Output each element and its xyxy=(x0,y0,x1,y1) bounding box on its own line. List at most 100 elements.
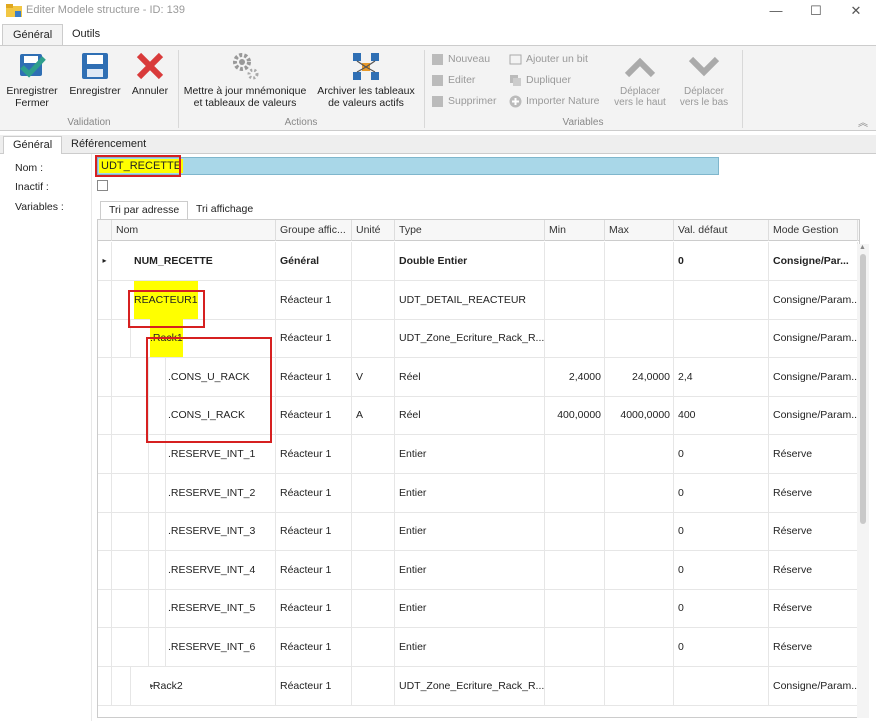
cell-mode[interactable]: Consigne/Param... xyxy=(769,357,858,396)
column-header-name[interactable]: Nom xyxy=(112,220,276,241)
cell-max[interactable] xyxy=(605,628,674,666)
cell-unit[interactable]: V xyxy=(352,357,395,396)
column-header-max[interactable]: Max xyxy=(605,220,674,241)
new-variable-button[interactable]: Nouveau xyxy=(431,51,490,67)
table-row[interactable]: .RESERVE_INT_3 Réacteur 1 Entier 0 Réserve xyxy=(98,512,858,552)
column-header-type[interactable]: Type xyxy=(395,220,545,241)
cell-name[interactable]: .RESERVE_INT_6 xyxy=(112,628,276,666)
cell-max[interactable] xyxy=(605,666,674,705)
cell-name[interactable]: NUM_RECETTE xyxy=(112,242,276,280)
maximize-button[interactable]: ☐ xyxy=(796,0,836,22)
column-header-min[interactable]: Min xyxy=(545,220,605,241)
table-row[interactable]: .RESERVE_INT_2 Réacteur 1 Entier 0 Réserve xyxy=(98,473,858,513)
cell-default[interactable]: 0 xyxy=(674,628,769,666)
cell-min[interactable] xyxy=(545,512,605,551)
cell-min[interactable] xyxy=(545,550,605,589)
cell-type[interactable]: Entier xyxy=(395,589,545,628)
column-header-unit[interactable]: Unité xyxy=(352,220,395,241)
cell-default[interactable]: 0 xyxy=(674,473,769,512)
close-button[interactable]: ✕ xyxy=(836,0,876,22)
cell-unit[interactable] xyxy=(352,435,395,473)
cell-mode[interactable]: Réserve xyxy=(769,473,858,512)
cell-group[interactable]: Général xyxy=(276,242,352,280)
cell-type[interactable]: UDT_DETAIL_REACTEUR xyxy=(395,280,545,319)
name-field[interactable]: UDT_RECETTE xyxy=(97,157,719,175)
cell-name[interactable]: .RESERVE_INT_5 xyxy=(112,589,276,628)
cell-unit[interactable] xyxy=(352,550,395,589)
cell-type[interactable]: Entier xyxy=(395,435,545,473)
table-row[interactable]: ▸ .Rack2 Réacteur 1 UDT_Zone_Ecriture_Rack_… xyxy=(98,666,858,706)
cell-type[interactable]: Réel xyxy=(395,396,545,435)
table-row[interactable]: .RESERVE_INT_6 Réacteur 1 Entier 0 Réserve xyxy=(98,628,858,667)
cell-group[interactable]: Réacteur 1 xyxy=(276,628,352,666)
add-bit-button[interactable]: Ajouter un bit xyxy=(509,51,588,67)
tab-sort-by-display[interactable]: Tri affichage xyxy=(188,201,261,219)
cell-type[interactable]: Entier xyxy=(395,550,545,589)
cell-min[interactable] xyxy=(545,666,605,705)
update-mnemonic-button[interactable]: Mettre à jour mnémonique et tableaux de … xyxy=(182,50,308,109)
archive-tables-button[interactable]: Archiver les tableaux de valeurs actifs xyxy=(312,50,420,109)
cell-group[interactable]: Réacteur 1 xyxy=(276,666,352,705)
cell-group[interactable]: Réacteur 1 xyxy=(276,319,352,358)
cell-max[interactable] xyxy=(605,242,674,280)
collapse-ribbon-icon[interactable]: ︽ xyxy=(858,114,868,129)
cell-group[interactable]: Réacteur 1 xyxy=(276,550,352,589)
cell-min[interactable]: 2,4000 xyxy=(545,357,605,396)
cell-name[interactable]: .RESERVE_INT_3 xyxy=(112,512,276,551)
cell-group[interactable]: Réacteur 1 xyxy=(276,396,352,435)
cell-min[interactable]: 400,0000 xyxy=(545,396,605,435)
cell-min[interactable] xyxy=(545,473,605,512)
cell-type[interactable]: Entier xyxy=(395,628,545,666)
cell-mode[interactable]: Réserve xyxy=(769,550,858,589)
cell-unit[interactable] xyxy=(352,242,395,280)
cell-type[interactable]: UDT_Zone_Ecriture_Rack_R... xyxy=(395,319,545,358)
cell-type[interactable]: Entier xyxy=(395,473,545,512)
column-header-group[interactable]: Groupe affic... xyxy=(276,220,352,241)
cell-unit[interactable] xyxy=(352,319,395,358)
cell-unit[interactable] xyxy=(352,666,395,705)
column-header-mode[interactable]: Mode Gestion xyxy=(769,220,858,241)
move-up-button[interactable]: Déplacer vers le haut xyxy=(609,54,671,108)
scroll-up-icon[interactable]: ▲ xyxy=(859,244,866,251)
cell-type[interactable]: Entier xyxy=(395,512,545,551)
save-close-button[interactable]: Enregistrer Fermer xyxy=(4,50,60,109)
cell-mode[interactable]: Consigne/Param... xyxy=(769,396,858,435)
cell-group[interactable]: Réacteur 1 xyxy=(276,473,352,512)
cell-group[interactable]: Réacteur 1 xyxy=(276,280,352,319)
table-row[interactable]: ▸ NUM_RECETTE Général Double Entier 0 Consign… xyxy=(98,242,858,281)
cell-group[interactable]: Réacteur 1 xyxy=(276,435,352,473)
cell-min[interactable] xyxy=(545,628,605,666)
cell-mode[interactable]: Réserve xyxy=(769,589,858,628)
cell-unit[interactable] xyxy=(352,473,395,512)
cell-group[interactable]: Réacteur 1 xyxy=(276,512,352,551)
table-row[interactable]: .RESERVE_INT_5 Réacteur 1 Entier 0 Réserve xyxy=(98,589,858,629)
cell-default[interactable]: 400 xyxy=(674,396,769,435)
cancel-button[interactable]: Annuler xyxy=(128,50,172,97)
inactive-checkbox[interactable] xyxy=(97,180,108,191)
cell-unit[interactable] xyxy=(352,280,395,319)
cell-default[interactable]: 0 xyxy=(674,512,769,551)
cell-mode[interactable]: Consigne/Param... xyxy=(769,280,858,319)
cell-min[interactable] xyxy=(545,435,605,473)
cell-unit[interactable] xyxy=(352,628,395,666)
tab-general[interactable]: Général xyxy=(3,136,63,154)
cell-type[interactable]: Double Entier xyxy=(395,242,545,280)
duplicate-button[interactable]: Dupliquer xyxy=(509,72,571,88)
cell-default[interactable]: 2,4 xyxy=(674,357,769,396)
cell-min[interactable] xyxy=(545,242,605,280)
cell-mode[interactable]: Réserve xyxy=(769,512,858,551)
tab-referencing[interactable]: Référencement xyxy=(62,136,155,154)
ribbon-tab-tools[interactable]: Outils xyxy=(62,24,110,45)
cell-group[interactable]: Réacteur 1 xyxy=(276,357,352,396)
cell-unit[interactable] xyxy=(352,589,395,628)
minimize-button[interactable]: — xyxy=(756,0,796,22)
move-down-button[interactable]: Déplacer vers le bas xyxy=(673,54,735,108)
cell-group[interactable]: Réacteur 1 xyxy=(276,589,352,628)
delete-variable-button[interactable]: Supprimer xyxy=(431,93,496,109)
cell-min[interactable] xyxy=(545,319,605,358)
cell-default[interactable] xyxy=(674,666,769,705)
cell-min[interactable] xyxy=(545,589,605,628)
cell-max[interactable] xyxy=(605,435,674,473)
table-row[interactable]: .RESERVE_INT_4 Réacteur 1 Entier 0 Réserve xyxy=(98,550,858,590)
import-nature-button[interactable]: Importer Nature xyxy=(509,93,600,109)
